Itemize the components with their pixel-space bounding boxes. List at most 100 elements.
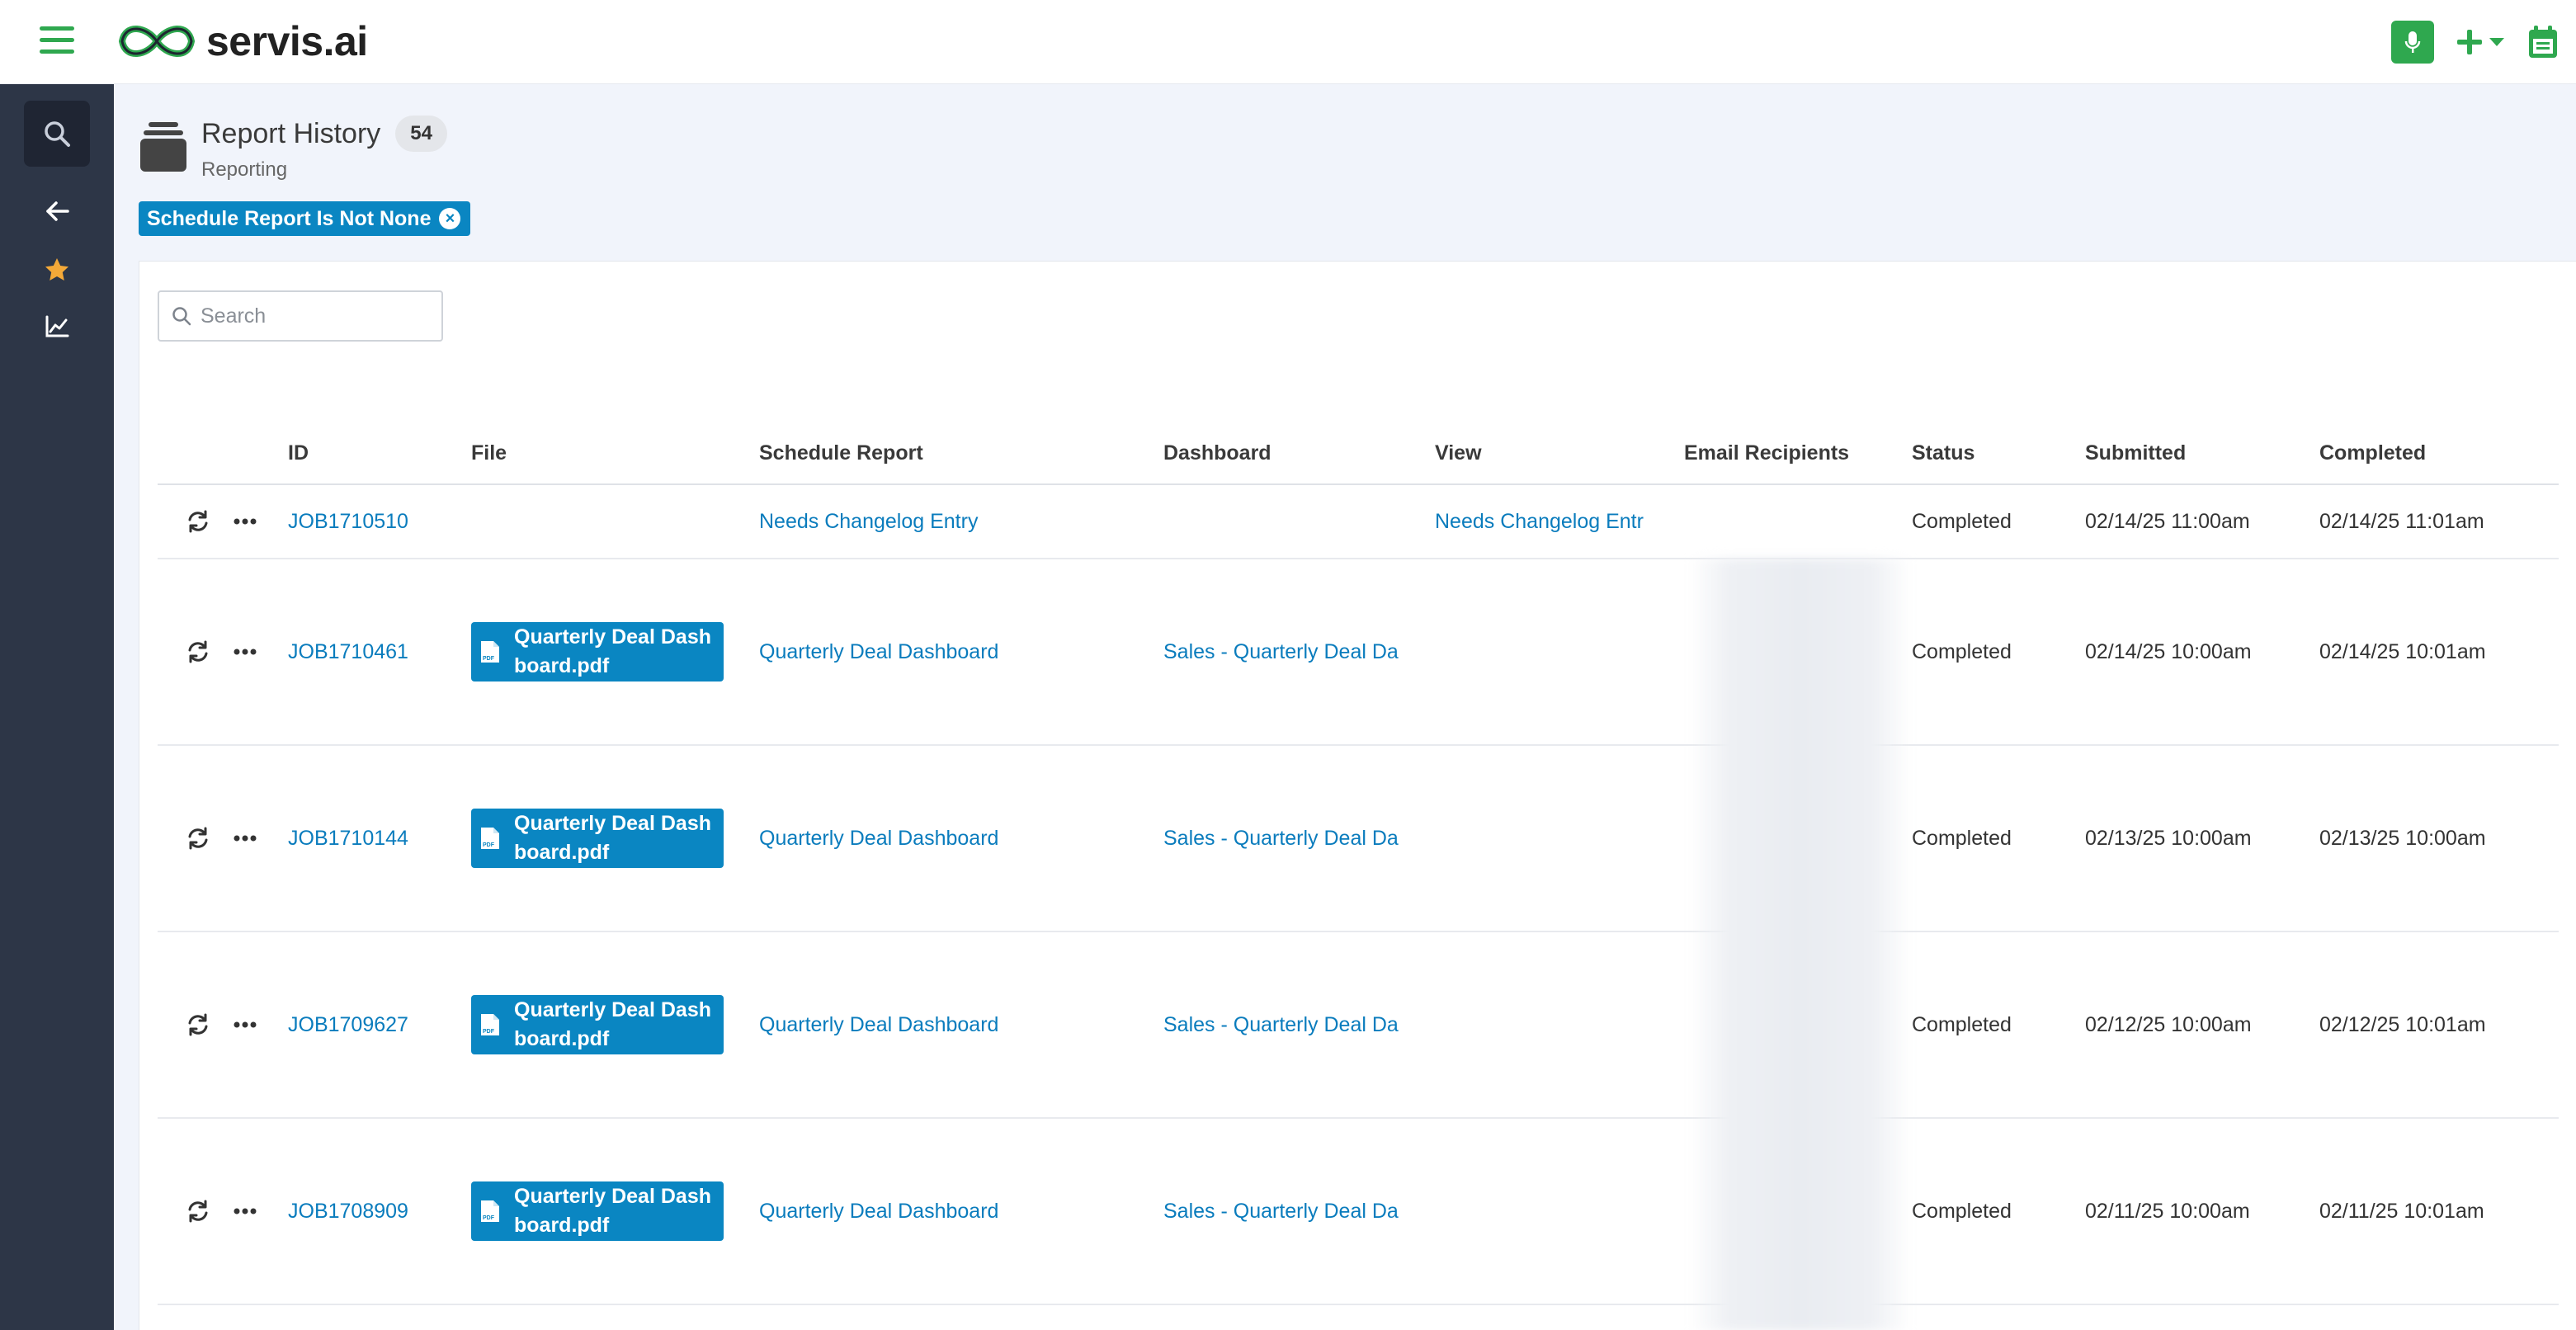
submitted-cell: 02/13/25 10:00am <box>2085 745 2319 932</box>
sidebar <box>0 84 114 1330</box>
report-history-table: ID File Schedule Report Dashboard View E… <box>158 423 2559 1305</box>
row-actions-cell <box>158 559 288 746</box>
infinity-logo-icon <box>118 26 196 57</box>
row-actions-cell <box>158 1118 288 1305</box>
count-badge: 54 <box>395 116 447 152</box>
microphone-button[interactable] <box>2391 21 2434 64</box>
schedule-report-link[interactable]: Quarterly Deal Dashboard <box>759 1013 1163 1037</box>
more-actions-button[interactable] <box>234 648 257 655</box>
id-cell: JOB1708909 <box>288 1118 471 1305</box>
file-download-button[interactable]: PDF Quarterly Deal Dashboard.pdf <box>471 1181 724 1241</box>
search-field[interactable] <box>158 290 443 342</box>
dashboard-cell: Sales - Quarterly Deal Da <box>1163 1118 1435 1305</box>
sidebar-reports-button[interactable] <box>40 310 73 343</box>
file-download-button[interactable]: PDF Quarterly Deal Dashboard.pdf <box>471 809 724 868</box>
schedule-report-link[interactable]: Quarterly Deal Dashboard <box>759 640 1163 664</box>
rerun-button[interactable] <box>186 1013 210 1036</box>
view-cell <box>1435 1118 1684 1305</box>
report-history-card: ID File Schedule Report Dashboard View E… <box>139 261 2576 1330</box>
completed-cell: 02/14/25 10:01am <box>2319 559 2559 746</box>
refresh-icon <box>188 510 208 533</box>
rerun-button[interactable] <box>186 640 210 663</box>
view-cell <box>1435 745 1684 932</box>
id-cell: JOB1710144 <box>288 745 471 932</box>
dashboard-cell: Sales - Quarterly Deal Da <box>1163 745 1435 932</box>
submitted-cell: 02/14/25 11:00am <box>2085 484 2319 559</box>
view-link[interactable]: Needs Changelog Entr <box>1435 510 1684 534</box>
dashboard-link[interactable]: Sales - Quarterly Deal Da <box>1163 1013 1435 1037</box>
completed-cell: 02/14/25 11:01am <box>2319 484 2559 559</box>
pdf-file-icon: PDF <box>481 1200 499 1222</box>
pdf-file-icon: PDF <box>481 641 499 663</box>
pdf-file-icon: PDF <box>481 828 499 849</box>
more-actions-button[interactable] <box>234 1021 257 1028</box>
table-row[interactable]: JOB1710144 PDF Quarterly Deal Dashboard.pd… <box>158 745 2559 932</box>
column-header-completed[interactable]: Completed <box>2319 423 2559 485</box>
search-icon <box>45 121 70 147</box>
completed-cell: 02/12/25 10:01am <box>2319 931 2559 1119</box>
rerun-button[interactable] <box>186 827 210 850</box>
id-cell: JOB1710461 <box>288 559 471 746</box>
job-id-link[interactable]: JOB1709627 <box>288 1013 471 1037</box>
rerun-button[interactable] <box>186 510 210 533</box>
sidebar-favorites-button[interactable] <box>40 253 73 286</box>
caret-down-icon <box>2489 38 2504 46</box>
schedule-report-link[interactable]: Needs Changelog Entry <box>759 510 1163 534</box>
column-header-email-recipients[interactable]: Email Recipients <box>1684 423 1912 485</box>
filter-chip-label: Schedule Report Is Not None <box>147 206 432 230</box>
calendar-icon[interactable] <box>2526 24 2559 60</box>
column-header-view[interactable]: View <box>1435 423 1684 485</box>
more-actions-button[interactable] <box>234 835 257 842</box>
schedule-report-cell: Needs Changelog Entry <box>759 484 1163 559</box>
completed-cell: 02/11/25 10:01am <box>2319 1118 2559 1305</box>
job-id-link[interactable]: JOB1710461 <box>288 640 471 664</box>
table-row[interactable]: JOB1710510 Needs Changelog Entry Needs Cha… <box>158 484 2559 559</box>
view-cell <box>1435 559 1684 746</box>
table-row[interactable]: JOB1708909 PDF Quarterly Deal Dashboard.pd… <box>158 1118 2559 1305</box>
more-actions-button[interactable] <box>234 1208 257 1214</box>
search-input[interactable] <box>201 304 432 328</box>
line-chart-icon <box>45 315 69 337</box>
sidebar-search-button[interactable] <box>24 101 90 167</box>
table-header-row: ID File Schedule Report Dashboard View E… <box>158 423 2559 485</box>
file-name: Quarterly Deal Dashboard.pdf <box>514 998 711 1050</box>
column-header-dashboard[interactable]: Dashboard <box>1163 423 1435 485</box>
logo[interactable]: servis.ai <box>114 17 368 66</box>
close-circle-icon[interactable]: × <box>439 208 461 229</box>
file-name: Quarterly Deal Dashboard.pdf <box>514 625 711 677</box>
search-icon <box>172 307 191 326</box>
column-header-schedule-report[interactable]: Schedule Report <box>759 423 1163 485</box>
column-header-file[interactable]: File <box>471 423 759 485</box>
schedule-report-link[interactable]: Quarterly Deal Dashboard <box>759 827 1163 851</box>
plus-icon <box>2457 30 2482 54</box>
column-header-id[interactable]: ID <box>288 423 471 485</box>
star-icon <box>45 258 68 281</box>
job-id-link[interactable]: JOB1708909 <box>288 1200 471 1224</box>
column-header-submitted[interactable]: Submitted <box>2085 423 2319 485</box>
schedule-report-link[interactable]: Quarterly Deal Dashboard <box>759 1200 1163 1224</box>
archive-box-icon <box>140 122 186 172</box>
dashboard-link[interactable]: Sales - Quarterly Deal Da <box>1163 827 1435 851</box>
dashboard-link[interactable]: Sales - Quarterly Deal Da <box>1163 640 1435 664</box>
id-cell: JOB1709627 <box>288 931 471 1119</box>
sidebar-back-button[interactable] <box>40 195 73 228</box>
table-row[interactable]: JOB1709627 PDF Quarterly Deal Dashboard.pd… <box>158 931 2559 1119</box>
microphone-icon <box>2404 31 2421 53</box>
table-row[interactable]: JOB1710461 PDF Quarterly Deal Dashboard.pd… <box>158 559 2559 746</box>
job-id-link[interactable]: JOB1710510 <box>288 510 471 534</box>
pdf-file-icon: PDF <box>481 1014 499 1035</box>
hamburger-menu-icon[interactable] <box>40 26 74 56</box>
rerun-button[interactable] <box>186 1200 210 1223</box>
file-download-button[interactable]: PDF Quarterly Deal Dashboard.pdf <box>471 622 724 682</box>
redacted-email-recipients <box>1689 559 1912 1330</box>
job-id-link[interactable]: JOB1710144 <box>288 827 471 851</box>
filter-chip[interactable]: Schedule Report Is Not None × <box>139 201 471 236</box>
dashboard-link[interactable]: Sales - Quarterly Deal Da <box>1163 1200 1435 1224</box>
more-actions-button[interactable] <box>234 518 257 525</box>
column-header-status[interactable]: Status <box>1912 423 2085 485</box>
submitted-cell: 02/11/25 10:00am <box>2085 1118 2319 1305</box>
top-bar: servis.ai <box>0 0 2576 84</box>
add-dropdown-button[interactable] <box>2456 28 2505 56</box>
file-download-button[interactable]: PDF Quarterly Deal Dashboard.pdf <box>471 995 724 1054</box>
file-name: Quarterly Deal Dashboard.pdf <box>514 1185 711 1237</box>
